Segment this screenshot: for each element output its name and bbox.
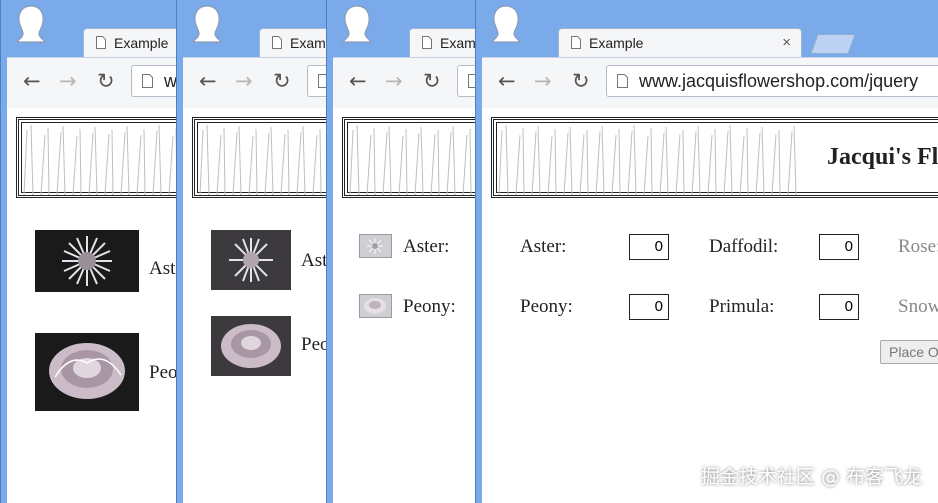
watermark: 掘金技术社区 @ 布客飞龙 xyxy=(700,466,922,488)
tab-title: Example xyxy=(114,35,169,51)
toolbar: ← → ↻ www.jacquisflowershop.com/jquery xyxy=(482,57,938,108)
tab-example[interactable]: Example xyxy=(83,28,180,58)
profile-avatar-icon xyxy=(490,5,522,43)
aster-label: Aster: xyxy=(520,236,567,257)
peony-image xyxy=(211,316,291,376)
tab-example[interactable]: Example xyxy=(259,28,330,58)
primula-label: Primula: xyxy=(709,296,775,317)
page-icon xyxy=(617,74,628,88)
forward-arrow-icon[interactable]: → xyxy=(534,70,552,92)
page-content: Aster: Peony: xyxy=(333,108,480,503)
forward-arrow-icon[interactable]: → xyxy=(235,70,253,92)
address-bar[interactable]: www.jacquisflowershop.com/jquery xyxy=(131,65,180,97)
peony-image xyxy=(35,333,139,411)
shop-title: Jacqui's Flower Shop xyxy=(827,144,938,170)
shop-banner: Jacqui's Flower Shop xyxy=(491,117,938,198)
grass-pattern xyxy=(199,124,330,195)
shop-banner xyxy=(16,117,180,198)
reload-icon[interactable]: ↻ xyxy=(273,70,291,92)
browser-window-1: Example ← → ↻ www.jacquisflowershop.com/… xyxy=(0,0,180,503)
browser-window-3: Example ← → ↻ www.jacquisflowershop.com/… xyxy=(326,0,480,503)
reload-icon[interactable]: ↻ xyxy=(97,70,115,92)
page-icon xyxy=(96,36,106,49)
browser-window-2: Example ← → ↻ www.jacquisflowershop.com/… xyxy=(176,0,330,503)
snowdrop-label: Snowdrop: xyxy=(898,296,938,317)
page-content: Aster: Peony: xyxy=(183,108,330,503)
browser-window-4: Example × ← → ↻ www.jacquisflowershop.co… xyxy=(475,0,938,503)
toolbar: ← → ↻ www.jacquisflowershop.com/jquery xyxy=(183,57,330,108)
aster-image xyxy=(359,234,392,258)
aster-image xyxy=(211,230,291,290)
daffodil-label: Daffodil: xyxy=(709,236,779,257)
back-arrow-icon[interactable]: ← xyxy=(23,70,41,92)
reload-icon[interactable]: ↻ xyxy=(572,70,590,92)
peony-quantity-input[interactable]: 0 xyxy=(629,294,669,320)
address-bar[interactable]: www.jacquisflowershop.com/jquery xyxy=(606,65,938,97)
place-order-button[interactable]: Place Order xyxy=(880,340,938,364)
page-icon xyxy=(422,36,432,49)
peony-image xyxy=(359,294,392,318)
shop-banner xyxy=(192,117,330,198)
grass-pattern xyxy=(349,124,480,195)
tab-example[interactable]: Example xyxy=(409,28,480,58)
shop-banner xyxy=(342,117,480,198)
forward-arrow-icon[interactable]: → xyxy=(385,70,403,92)
page-icon xyxy=(571,36,581,49)
page-content: Aster: Peony: xyxy=(7,108,180,503)
page-icon xyxy=(142,74,153,88)
tab-example[interactable]: Example × xyxy=(558,28,802,58)
peony-label: Peony: xyxy=(403,296,456,317)
new-tab-button[interactable] xyxy=(810,34,856,54)
close-tab-icon[interactable]: × xyxy=(782,34,791,51)
grass-pattern xyxy=(23,124,178,195)
back-arrow-icon[interactable]: ← xyxy=(199,70,217,92)
profile-avatar-icon xyxy=(15,5,47,43)
profile-avatar-icon xyxy=(341,5,373,43)
aster-label: Aster: xyxy=(403,236,450,257)
peony-label: Peony: xyxy=(520,296,573,317)
tab-title: Example xyxy=(290,35,330,51)
aster-quantity-input[interactable]: 0 xyxy=(629,234,669,260)
tab-title: Example xyxy=(589,35,644,51)
page-content: Jacqui's Flower Shop Aster: 0 Daffodil: … xyxy=(482,108,938,503)
page-icon xyxy=(272,36,282,49)
toolbar: ← → ↻ www.jacquisflowershop.com/jquery xyxy=(333,57,480,108)
back-arrow-icon[interactable]: ← xyxy=(498,70,516,92)
toolbar: ← → ↻ www.jacquisflowershop.com/jquery xyxy=(7,57,180,108)
forward-arrow-icon[interactable]: → xyxy=(59,70,77,92)
primula-quantity-input[interactable]: 0 xyxy=(819,294,859,320)
rose-label: Rose: xyxy=(898,236,938,257)
reload-icon[interactable]: ↻ xyxy=(423,70,441,92)
profile-avatar-icon xyxy=(191,5,223,43)
url-text: www.jacquisflowershop.com/jquery xyxy=(639,71,919,91)
tab-title: Example xyxy=(440,35,480,51)
daffodil-quantity-input[interactable]: 0 xyxy=(819,234,859,260)
back-arrow-icon[interactable]: ← xyxy=(349,70,367,92)
aster-image xyxy=(35,230,139,292)
